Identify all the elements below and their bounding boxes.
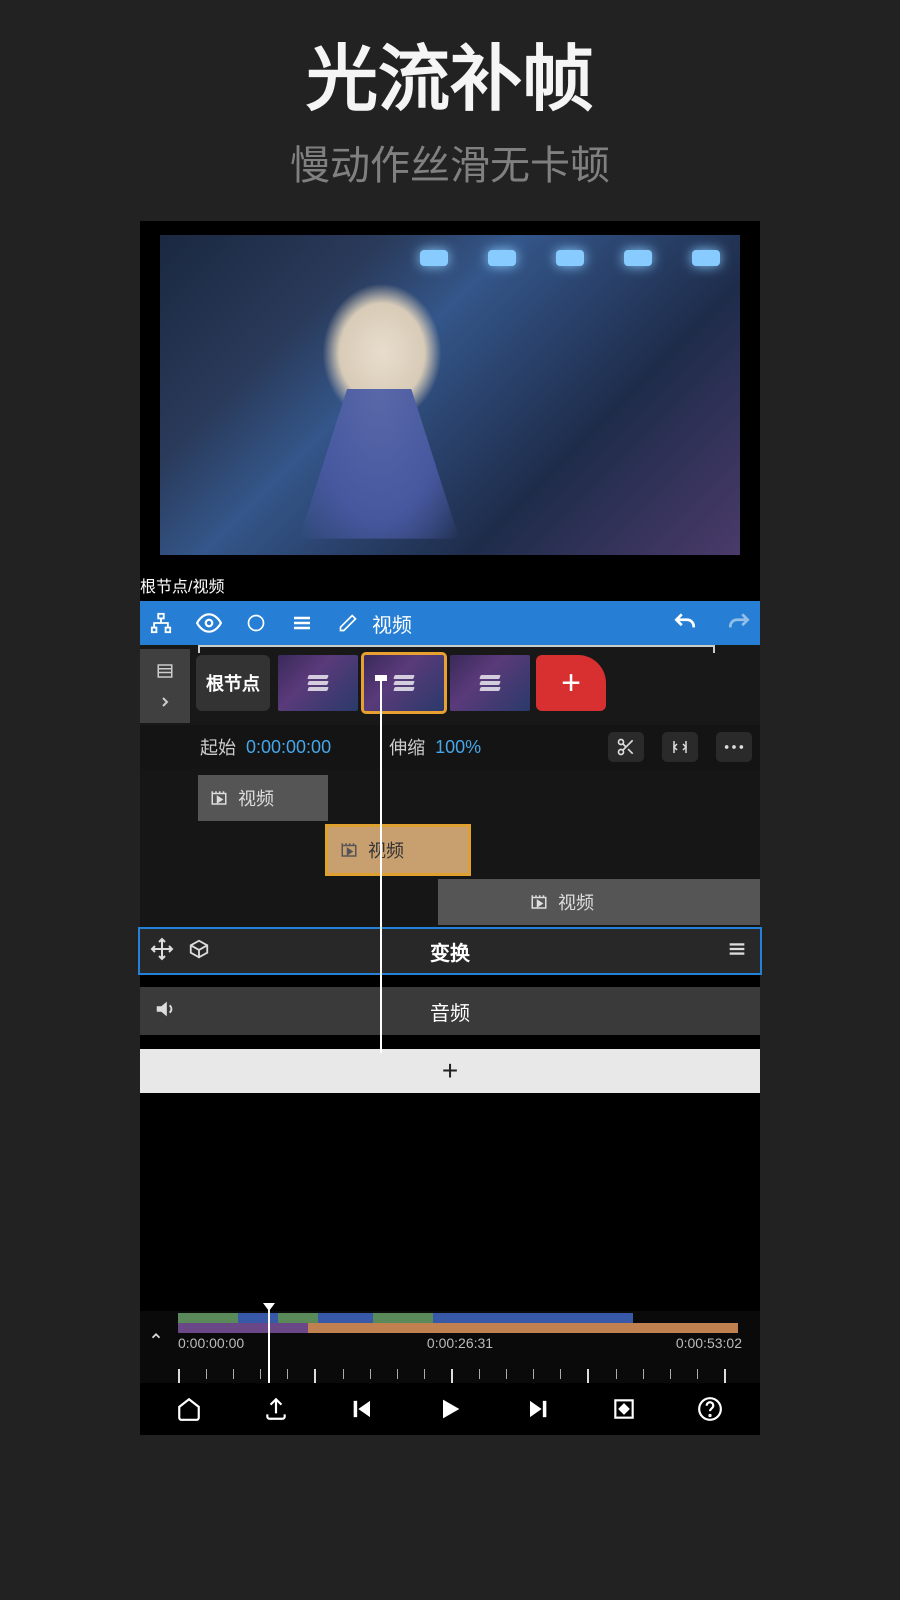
eye-icon[interactable] [196, 610, 222, 636]
keyframe-icon[interactable] [604, 1389, 644, 1429]
cube-icon[interactable] [188, 938, 210, 965]
start-value[interactable]: 0:00:00:00 [246, 737, 331, 758]
mini-ticks [178, 1369, 752, 1383]
redo-icon[interactable] [726, 610, 752, 636]
page-subtitle: 慢动作丝滑无卡顿 [0, 133, 900, 191]
circle-icon[interactable] [246, 613, 266, 633]
more-button[interactable] [716, 732, 752, 762]
help-icon[interactable] [690, 1389, 730, 1429]
mini-time-1: 0:00:00:00 [178, 1335, 244, 1351]
collapse-icon[interactable] [146, 1329, 166, 1348]
track-clip-2[interactable]: 视频 [328, 827, 468, 873]
track-clip-2-label: 视频 [368, 837, 404, 863]
home-icon[interactable] [169, 1389, 209, 1429]
audio-label: 音频 [430, 997, 470, 1026]
toolbar-label: 视频 [372, 609, 412, 638]
speaker-icon[interactable] [154, 998, 176, 1025]
track-clip-1-label: 视频 [238, 785, 274, 811]
video-editor: 根节点/视频 视频 根 [140, 221, 760, 1435]
transform-menu-icon[interactable] [726, 938, 748, 965]
track-clip-3-label: 视频 [558, 889, 594, 915]
step-forward-icon[interactable] [517, 1389, 557, 1429]
track-clip-1[interactable]: 视频 [198, 775, 328, 821]
timeline-empty-area [140, 1093, 760, 1311]
clip-thumb-2[interactable] [364, 655, 444, 711]
clip-info-bar: 起始 0:00:00:00 伸缩 100% [140, 725, 760, 769]
pencil-icon[interactable] [338, 613, 358, 633]
preview-area[interactable] [140, 221, 760, 569]
mini-time-2: 0:00:26:31 [427, 1335, 493, 1351]
timeline-tracks[interactable]: 视频 视频 视频 [140, 769, 760, 929]
audio-bar[interactable]: 音频 [140, 987, 760, 1035]
track-clip-3[interactable]: 视频 [438, 879, 760, 925]
menu-icon[interactable] [290, 611, 314, 635]
mini-tracks [178, 1313, 752, 1333]
trim-button[interactable] [662, 732, 698, 762]
clips-row: 根节点 + [140, 645, 760, 725]
hierarchy-icon[interactable] [150, 612, 172, 634]
node-panel-toggle[interactable] [140, 649, 190, 723]
clip-thumb-1[interactable] [278, 655, 358, 711]
clip-thumbnails [278, 655, 530, 711]
add-track-button[interactable]: + [140, 1049, 760, 1093]
transform-label: 变换 [430, 937, 470, 966]
transform-bar[interactable]: 变换 [140, 929, 760, 973]
scale-label: 伸缩 [389, 734, 425, 760]
clip-thumb-3[interactable] [450, 655, 530, 711]
playhead[interactable] [380, 681, 382, 1053]
mini-timeline[interactable]: 0:00:00:00 0:00:26:31 0:00:53:02 [140, 1311, 760, 1383]
add-clip-button[interactable]: + [536, 655, 606, 711]
preview-frame [160, 235, 740, 555]
step-back-icon[interactable] [343, 1389, 383, 1429]
move-icon[interactable] [150, 937, 174, 966]
export-icon[interactable] [256, 1389, 296, 1429]
main-toolbar: 视频 [140, 601, 760, 645]
scale-value[interactable]: 100% [435, 737, 481, 758]
bottom-toolbar [140, 1383, 760, 1435]
play-icon[interactable] [430, 1389, 470, 1429]
start-label: 起始 [200, 734, 236, 760]
page-title: 光流补帧 [0, 0, 900, 125]
root-node-button[interactable]: 根节点 [196, 655, 270, 711]
cut-button[interactable] [608, 732, 644, 762]
clips-ruler [198, 645, 715, 653]
breadcrumb[interactable]: 根节点/视频 [140, 569, 760, 601]
undo-icon[interactable] [672, 610, 698, 636]
mini-time-3: 0:00:53:02 [676, 1335, 742, 1351]
